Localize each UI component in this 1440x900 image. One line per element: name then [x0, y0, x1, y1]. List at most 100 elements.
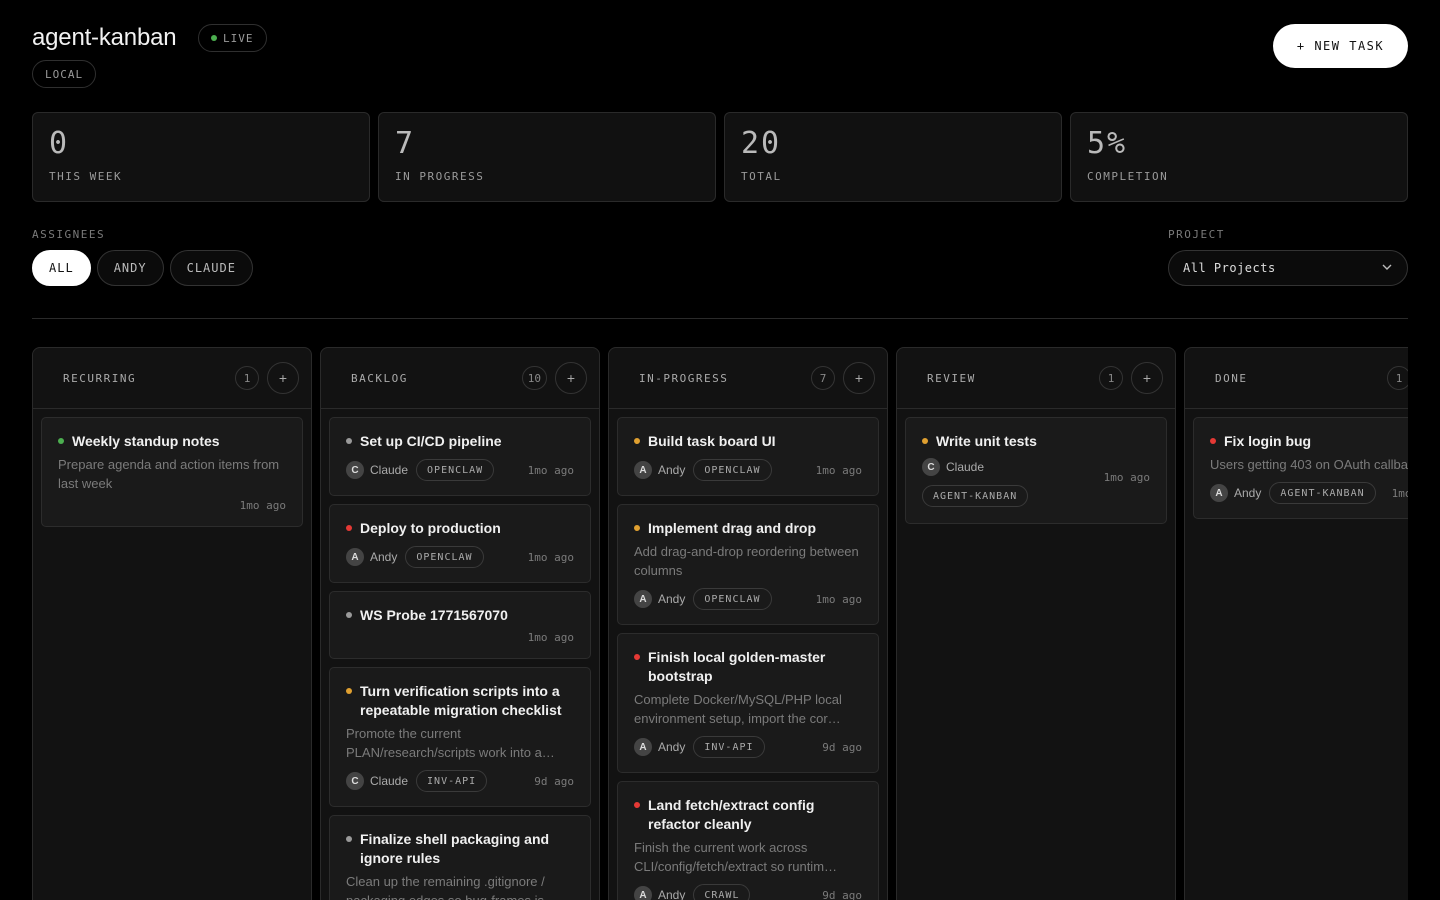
task-timestamp: 9d ago	[822, 740, 862, 754]
column-title: IN-PROGRESS	[639, 372, 729, 385]
task-card[interactable]: Write unit tests C Claude AGENT-KANBAN 1mo a…	[905, 417, 1167, 524]
column-title: REVIEW	[927, 372, 976, 385]
task-title: Write unit tests	[936, 433, 1037, 449]
plus-icon: +	[566, 370, 576, 386]
task-card[interactable]: Fix login bug Users getting 403 on OAuth …	[1193, 417, 1408, 519]
column-title: BACKLOG	[351, 372, 408, 385]
task-card[interactable]: Set up CI/CD pipeline C Claude OPENCLAW 1mo …	[329, 417, 591, 496]
project-tag[interactable]: OPENCLAW	[693, 459, 772, 481]
task-title: Deploy to production	[360, 520, 501, 536]
column-count-badge: 1	[1099, 366, 1123, 390]
priority-dot-icon	[634, 525, 640, 531]
priority-dot-icon	[1210, 438, 1216, 444]
project-tag[interactable]: AGENT-KANBAN	[922, 485, 1029, 507]
task-description: Promote the current PLAN/research/script…	[346, 726, 555, 760]
project-tag[interactable]: INV-API	[416, 770, 488, 792]
task-card[interactable]: Finalize shell packaging and ignore rule…	[329, 815, 591, 900]
add-task-button[interactable]: +	[843, 362, 875, 394]
column-header: REVIEW 1 +	[897, 348, 1175, 409]
stat-label: TOTAL	[741, 170, 782, 183]
add-task-button[interactable]: +	[1131, 362, 1163, 394]
assignee-name: Claude	[370, 463, 409, 477]
assignee-chip-andy[interactable]: ANDY	[96, 250, 164, 286]
live-badge: LIVE	[198, 24, 267, 52]
project-tag[interactable]: CRAWL	[693, 884, 751, 900]
avatar: A	[346, 548, 364, 566]
assignee-chip-claude[interactable]: CLAUDE	[169, 250, 253, 286]
task-title: Land fetch/extract config refactor clean…	[648, 797, 815, 832]
task-card[interactable]: Land fetch/extract config refactor clean…	[617, 781, 879, 900]
priority-dot-icon	[634, 438, 640, 444]
stat-value: 0	[49, 126, 70, 161]
assignee-name: Andy	[1234, 486, 1262, 500]
task-title-row: Write unit tests	[922, 432, 1150, 451]
card-list: Write unit tests C Claude AGENT-KANBAN 1mo a…	[897, 409, 1175, 532]
stat-label: THIS WEEK	[49, 170, 123, 183]
task-title-row: WS Probe 1771567070	[346, 606, 574, 625]
new-task-button[interactable]: + NEW TASK	[1273, 24, 1408, 68]
filters-bar: ASSIGNEES ALL ANDY CLAUDE PROJECT All Pr…	[32, 228, 1408, 288]
project-tag[interactable]: OPENCLAW	[416, 459, 495, 481]
project-select[interactable]: All Projects	[1168, 250, 1408, 286]
assignee-chip-all[interactable]: ALL	[32, 250, 91, 286]
card-list: Build task board UI A Andy OPENCLAW 1mo ago I…	[609, 409, 887, 900]
task-card[interactable]: Implement drag and drop Add drag-and-drop…	[617, 504, 879, 625]
priority-dot-icon	[58, 438, 64, 444]
live-label: LIVE	[223, 31, 254, 45]
task-timestamp: 1mo ago	[815, 463, 862, 477]
assignee-name: Claude	[370, 774, 409, 788]
project-tag[interactable]: OPENCLAW	[693, 588, 772, 610]
avatar: A	[1210, 484, 1228, 502]
task-title-row: Land fetch/extract config refactor clean…	[634, 796, 862, 834]
add-task-button[interactable]: +	[555, 362, 587, 394]
task-title: Finalize shell packaging and ignore rule…	[360, 831, 550, 866]
task-description: Prepare agenda and action items from las…	[58, 457, 280, 491]
column-header: IN-PROGRESS 7 +	[609, 348, 887, 409]
task-description: Add drag-and-drop reordering between col…	[634, 544, 859, 578]
stat-card-in-progress: 7 IN PROGRESS	[378, 112, 716, 202]
card-list: Weekly standup notes Prepare agenda and a…	[33, 409, 311, 535]
plus-icon: +	[278, 370, 288, 386]
stats-row: 0 THIS WEEK 7 IN PROGRESS 20 TOTAL 5% CO…	[32, 112, 1408, 202]
task-card[interactable]: Finish local golden-master bootstrap Comp…	[617, 633, 879, 773]
assignee-name: Andy	[370, 550, 398, 564]
task-card[interactable]: WS Probe 1771567070 1mo ago	[329, 591, 591, 659]
task-card[interactable]: Turn verification scripts into a repeata…	[329, 667, 591, 807]
assignee-name: Andy	[658, 592, 686, 606]
card-list: Fix login bug Users getting 403 on OAuth …	[1185, 409, 1408, 527]
project-tag[interactable]: INV-API	[693, 736, 765, 758]
plus-icon: +	[854, 370, 864, 386]
priority-dot-icon	[346, 612, 352, 618]
task-timestamp: 1mo ago	[527, 550, 574, 564]
header: agent-kanban LIVE LOCAL + NEW TASK	[32, 22, 1408, 92]
divider	[32, 318, 1408, 319]
task-card[interactable]: Deploy to production A Andy OPENCLAW 1mo ago	[329, 504, 591, 583]
task-description: Clean up the remaining .gitignore / pack…	[346, 874, 557, 900]
stat-value: 7	[395, 126, 416, 161]
column-header: DONE1+	[1185, 348, 1408, 409]
avatar: A	[634, 738, 652, 756]
task-card[interactable]: Build task board UI A Andy OPENCLAW 1mo ago	[617, 417, 879, 496]
task-title-row: Build task board UI	[634, 432, 862, 451]
priority-dot-icon	[634, 654, 640, 660]
priority-dot-icon	[346, 836, 352, 842]
column-count-badge: 10	[521, 366, 547, 390]
assignee-name: Andy	[658, 888, 686, 900]
task-timestamp: 1mo ago	[527, 631, 574, 644]
stat-value: 5%	[1087, 126, 1128, 161]
project-tag[interactable]: OPENCLAW	[405, 546, 484, 568]
task-timestamp: 9d ago	[534, 774, 574, 788]
assignee-name: Andy	[658, 463, 686, 477]
task-card[interactable]: Weekly standup notes Prepare agenda and a…	[41, 417, 303, 527]
task-title-row: Fix login bug	[1210, 432, 1408, 451]
task-title: WS Probe 1771567070	[360, 607, 508, 623]
avatar: C	[346, 772, 364, 790]
task-meta: A Andy INV-API 9d ago	[634, 736, 862, 758]
column-count-badge: 1	[235, 366, 259, 390]
add-task-button[interactable]: +	[267, 362, 299, 394]
stat-card-total: 20 TOTAL	[724, 112, 1062, 202]
column-in-progress: IN-PROGRESS 7 + Build task board UI A Andy OPE…	[608, 347, 888, 900]
avatar: A	[634, 590, 652, 608]
project-tag[interactable]: AGENT-KANBAN	[1269, 482, 1376, 504]
stat-value: 20	[741, 126, 782, 161]
